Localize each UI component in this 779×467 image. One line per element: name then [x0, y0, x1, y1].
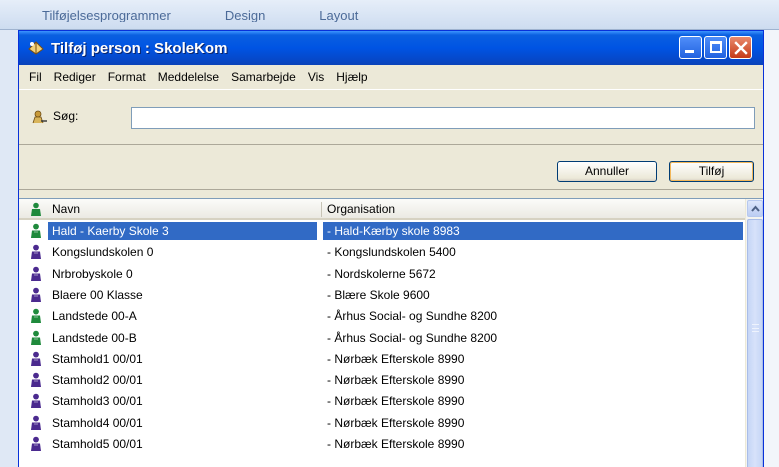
- list-item-organisation: - Blære Skole 9600: [327, 287, 430, 302]
- list-item-organisation: - Århus Social- og Sundhe 8200: [327, 309, 498, 324]
- title-bar[interactable]: Tilføj person : SkoleKom: [19, 31, 763, 65]
- search-input[interactable]: [131, 107, 755, 129]
- user-green-icon: [31, 308, 41, 324]
- menu-meddelelse[interactable]: Meddelelse: [152, 68, 225, 86]
- scroll-up-button[interactable]: [747, 200, 763, 217]
- menu-samarbejde[interactable]: Samarbejde: [225, 68, 302, 86]
- list-item[interactable]: Stamhold3 00/01 - Nørbæk Efterskole 8990: [19, 391, 745, 411]
- list-item[interactable]: Landstede 00-A - Århus Social- og Sundhe …: [19, 306, 745, 326]
- list-item-name: Stamhold2 00/01: [52, 373, 143, 388]
- search-label: Søg:: [53, 109, 79, 123]
- user-purple-icon: [31, 372, 41, 388]
- user-purple-icon: [31, 287, 41, 302]
- maximize-button[interactable]: [704, 36, 727, 59]
- add-button[interactable]: Tilføj: [669, 161, 754, 182]
- scroll-thumb[interactable]: [747, 219, 763, 467]
- list-item-organisation: - Nørbæk Efterskole 8990: [327, 415, 465, 430]
- background-ribbon-tabs: Tilføjelsesprogrammer Design Layout: [0, 0, 370, 22]
- list-item-name: Stamhold1 00/01: [52, 351, 143, 366]
- list-item-name: Stamhold5 00/01: [52, 437, 143, 451]
- background-tab-design[interactable]: Design: [213, 0, 277, 22]
- user-green-icon: [31, 330, 41, 345]
- list-item-name: Landstede 00-B: [52, 330, 137, 345]
- list-item[interactable]: Landstede 00-B - Århus Social- og Sundhe …: [19, 328, 745, 348]
- list-item-organisation: - Nørbæk Efterskole 8990: [327, 373, 465, 388]
- background-tab-layout[interactable]: Layout: [307, 0, 370, 22]
- list-item[interactable]: Hald - Kaerby Skole 3 - Hald-Kærby skole …: [19, 221, 745, 241]
- minimize-button[interactable]: [679, 36, 702, 59]
- menu-bar: Fil Rediger Format Meddelelse Samarbejde…: [19, 65, 763, 89]
- vertical-scrollbar[interactable]: [745, 199, 763, 467]
- menu-fil[interactable]: Fil: [23, 68, 48, 86]
- list-item[interactable]: Nrbrobyskole 0 - Nordskolerne 5672: [19, 264, 745, 284]
- window-title: Tilføj person : SkoleKom: [51, 40, 228, 57]
- user-purple-icon: [31, 351, 41, 366]
- list-item-organisation: - Nørbæk Efterskole 8990: [327, 394, 465, 409]
- list-item-organisation: - Kongslundskolen 5400: [327, 245, 456, 260]
- people-list[interactable]: Navn Organisation Hald - Kaerby Skole 3 -…: [19, 198, 763, 467]
- menu-hjaelp[interactable]: Hjælp: [330, 68, 373, 86]
- user-purple-icon: [31, 394, 41, 409]
- list-item-name: Kongslundskolen 0: [52, 245, 154, 260]
- search-panel: Søg:: [19, 89, 763, 145]
- list-item-name: Nrbrobyskole 0: [52, 266, 133, 281]
- user-green-icon: [31, 202, 41, 216]
- background-tab-addins[interactable]: Tilføjelsesprogrammer: [30, 0, 183, 22]
- user-green-icon: [31, 223, 41, 238]
- column-header-organisation[interactable]: Organisation: [327, 202, 395, 216]
- menu-format[interactable]: Format: [102, 68, 152, 86]
- list-item-name: Stamhold3 00/01: [52, 394, 143, 409]
- background-ribbon: Tilføjelsesprogrammer Design Layout: [0, 0, 779, 30]
- close-button[interactable]: [729, 36, 752, 59]
- menu-rediger[interactable]: Rediger: [48, 68, 102, 86]
- list-item-organisation: - Århus Social- og Sundhe 8200: [327, 330, 498, 345]
- user-purple-icon: [31, 244, 41, 260]
- list-item[interactable]: Blaere 00 Klasse - Blære Skole 9600: [19, 285, 745, 305]
- menu-vis[interactable]: Vis: [302, 68, 330, 86]
- add-person-dialog: Tilføj person : SkoleKom Fil Rediger For…: [18, 30, 764, 467]
- list-item[interactable]: Stamhold2 00/01 - Nørbæk Efterskole 8990: [19, 370, 745, 390]
- list-item[interactable]: Kongslundskolen 0 - Kongslundskolen 5400: [19, 242, 745, 262]
- list-item-organisation: - Nordskolerne 5672: [327, 266, 436, 281]
- list-item-name: Blaere 00 Klasse: [52, 287, 143, 302]
- user-purple-icon: [31, 436, 41, 451]
- chevron-up-icon: [751, 205, 760, 212]
- scroll-grip-icon: [752, 324, 759, 332]
- minimize-icon: [685, 50, 694, 53]
- user-purple-icon: [31, 415, 41, 430]
- list-item-name: Hald - Kaerby Skole 3: [52, 224, 169, 238]
- list-item-organisation: - Hald-Kærby skole 8983: [327, 224, 460, 238]
- column-header-name[interactable]: Navn: [52, 202, 80, 216]
- search-person-icon: [32, 110, 47, 124]
- user-purple-icon: [31, 266, 41, 281]
- close-icon: [734, 41, 748, 55]
- maximize-icon: [710, 41, 722, 53]
- list-item-name: Stamhold4 00/01: [52, 415, 143, 430]
- list-item-name: Landstede 00-A: [52, 309, 137, 324]
- skolekom-app-icon: [28, 41, 44, 55]
- list-item[interactable]: Stamhold5 00/01 - Nørbæk Efterskole 8990: [19, 434, 745, 454]
- action-buttons: Annuller Tilføj: [19, 146, 763, 190]
- list-header: Navn Organisation: [19, 199, 745, 220]
- background-right-pane: [762, 30, 779, 467]
- list-item[interactable]: Stamhold4 00/01 - Nørbæk Efterskole 8990: [19, 413, 745, 433]
- column-separator[interactable]: [321, 202, 322, 217]
- list-item-organisation: - Nørbæk Efterskole 8990: [327, 351, 465, 366]
- cancel-button[interactable]: Annuller: [557, 161, 657, 182]
- list-item-organisation: - Nørbæk Efterskole 8990: [327, 437, 465, 451]
- list-item[interactable]: Stamhold1 00/01 - Nørbæk Efterskole 8990: [19, 349, 745, 369]
